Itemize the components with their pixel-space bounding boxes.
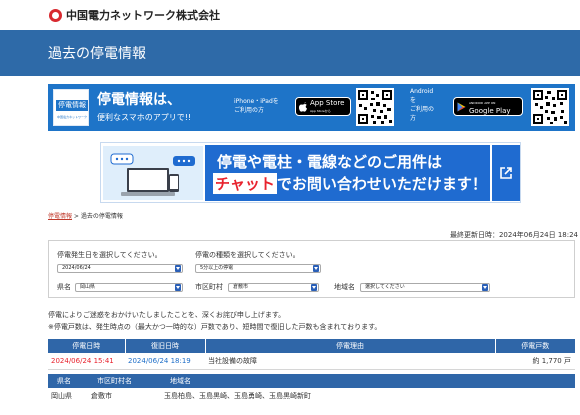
col-end: 復旧日時 — [125, 339, 206, 353]
city-label: 市区町村 — [195, 283, 223, 291]
area-select[interactable]: 選択してください — [360, 283, 490, 292]
external-link-glyph — [500, 167, 512, 179]
chevron-down-icon — [175, 265, 181, 272]
googleplay-big: Google Play — [469, 106, 511, 115]
app-badge: 停電情報 中国電力ネットワーク — [53, 89, 89, 126]
col-reason: 停電理由 — [205, 339, 496, 353]
table-row: 岡山県 倉敷市 玉島柏島、玉島黒崎、玉島勇崎、玉島黒崎新町 — [48, 388, 575, 404]
googleplay-button[interactable]: ANDROID APP ON Google Play — [453, 97, 523, 116]
pref-select[interactable]: 岡山県 — [75, 283, 183, 292]
company-name: 中国電力ネットワーク株式会社 — [66, 9, 220, 22]
pref-select-value: 岡山県 — [80, 284, 96, 290]
chat-banner-text: 停電や電柱・電線などのご用件は チャット でお問い合わせいただけます！ — [205, 145, 490, 201]
last-updated: 最終更新日時：2024年06月24日 18:24 — [449, 231, 578, 239]
area-label: 地域名 — [334, 283, 355, 291]
app-promo-banner[interactable]: 停電情報 中国電力ネットワーク 停電情報は、 便利なスマホのアプリで!! iPh… — [48, 84, 575, 131]
col-city: 市区町村名 — [88, 374, 161, 388]
chat-line2: チャット でお問い合わせいただけます！ — [213, 173, 487, 194]
chat-highlight: チャット — [213, 173, 277, 194]
chevron-down-icon — [311, 284, 317, 291]
area-names: 玉島柏島、玉島黒崎、玉島勇崎、玉島黒崎新町 — [164, 392, 311, 400]
appstore-big: App Store — [310, 98, 345, 107]
chat-line2-rest: でお問い合わせいただけます！ — [276, 175, 487, 193]
company-logo[interactable]: 中国電力ネットワーク株式会社 — [49, 8, 220, 22]
area-table: 県名 市区町村名 地域名 岡山県 倉敷市 玉島柏島、玉島黒崎、玉島勇崎、玉島黒崎… — [48, 374, 575, 404]
chat-illustration — [103, 146, 203, 200]
outage-count: 約 1,770 戸 — [495, 353, 575, 370]
appstore-button[interactable]: App Store App Storeから — [295, 97, 351, 116]
android-qr-code — [531, 88, 569, 126]
laptop-chat-icon — [110, 153, 195, 196]
col-pref: 県名 — [48, 374, 88, 388]
chat-line1: 停電や電柱・電線などのご用件は — [217, 153, 443, 171]
company-logo-icon — [49, 8, 62, 22]
city-select[interactable]: 倉敷市 — [228, 283, 319, 292]
type-select[interactable]: 5分以上の停電 — [195, 264, 321, 273]
promo-headline: 停電情報は、 — [97, 92, 181, 108]
outage-start: 2024/06/24 15:41 — [48, 353, 125, 370]
app-badge-sub: 中国電力ネットワーク — [56, 115, 87, 119]
outage-end: 2024/06/24 18:19 — [125, 353, 205, 370]
page-title: 過去の停電情報 — [48, 46, 146, 62]
date-filter-label: 停電発生日を選択してください。 — [57, 251, 162, 259]
googleplay-small: ANDROID APP ON — [469, 100, 496, 105]
outage-table-header: 停電日時 復旧日時 停電理由 停電戸数 — [48, 339, 575, 353]
chevron-down-icon — [175, 284, 181, 291]
breadcrumb-link-outage[interactable]: 停電情報 — [48, 213, 72, 220]
ios-qr-code — [356, 88, 394, 126]
count-note: ※停電戸数は、発生時点の（最大かつ一時的な）戸数であり、短時間で復旧した戸数も含… — [48, 323, 382, 331]
ios-label: iPhone・iPadを ご利用の方 — [234, 98, 279, 114]
android-label: Android を ご利用の 方 — [410, 88, 435, 122]
area-city: 倉敷市 — [91, 392, 112, 400]
breadcrumb-separator: > — [72, 213, 81, 220]
apple-icon — [299, 101, 307, 112]
area-select-value: 選択してください — [365, 284, 405, 290]
app-badge-title: 停電情報 — [56, 100, 88, 111]
area-pref: 岡山県 — [51, 392, 72, 400]
google-play-icon — [457, 102, 466, 111]
promo-subline: 便利なスマホのアプリで!! — [97, 113, 192, 122]
col-count: 停電戸数 — [495, 339, 575, 353]
col-start: 停電日時 — [48, 339, 126, 353]
chat-inquiry-banner[interactable]: 停電や電柱・電線などのご用件は チャット でお問い合わせいただけます！ — [100, 142, 521, 203]
android-qr-icon — [533, 90, 567, 124]
breadcrumb: 停電情報 > 過去の停電情報 — [48, 211, 123, 220]
title-banner: 過去の停電情報 — [0, 30, 580, 76]
chevron-down-icon — [313, 265, 319, 272]
chevron-down-icon — [482, 284, 488, 291]
type-filter-label: 停電の種類を選択してください。 — [195, 251, 300, 259]
outage-reason: 当社設備の故障 — [205, 353, 495, 370]
type-select-value: 5分以上の停電 — [200, 265, 234, 271]
filter-panel: 停電発生日を選択してください。 2024/06/24 停電の種類を選択してくださ… — [48, 240, 575, 298]
date-select-value: 2024/06/24 — [62, 265, 91, 271]
area-table-header: 県名 市区町村名 地域名 — [48, 374, 575, 388]
pref-label: 県名 — [57, 283, 71, 291]
appstore-small: App Storeから — [310, 108, 331, 113]
table-row: 2024/06/24 15:41 2024/06/24 18:19 当社設備の故… — [48, 353, 575, 370]
ios-qr-icon — [358, 90, 392, 124]
date-select[interactable]: 2024/06/24 — [57, 264, 183, 273]
apology-note: 停電によりご迷惑をおかけいたしましたことを、深くお詫び申し上げます。 — [48, 311, 286, 319]
col-areas: 地域名 — [161, 374, 575, 388]
city-select-value: 倉敷市 — [233, 284, 249, 290]
external-link-icon[interactable] — [492, 145, 520, 201]
outage-table: 停電日時 復旧日時 停電理由 停電戸数 2024/06/24 15:41 202… — [48, 339, 575, 370]
breadcrumb-current: 過去の停電情報 — [80, 213, 123, 220]
